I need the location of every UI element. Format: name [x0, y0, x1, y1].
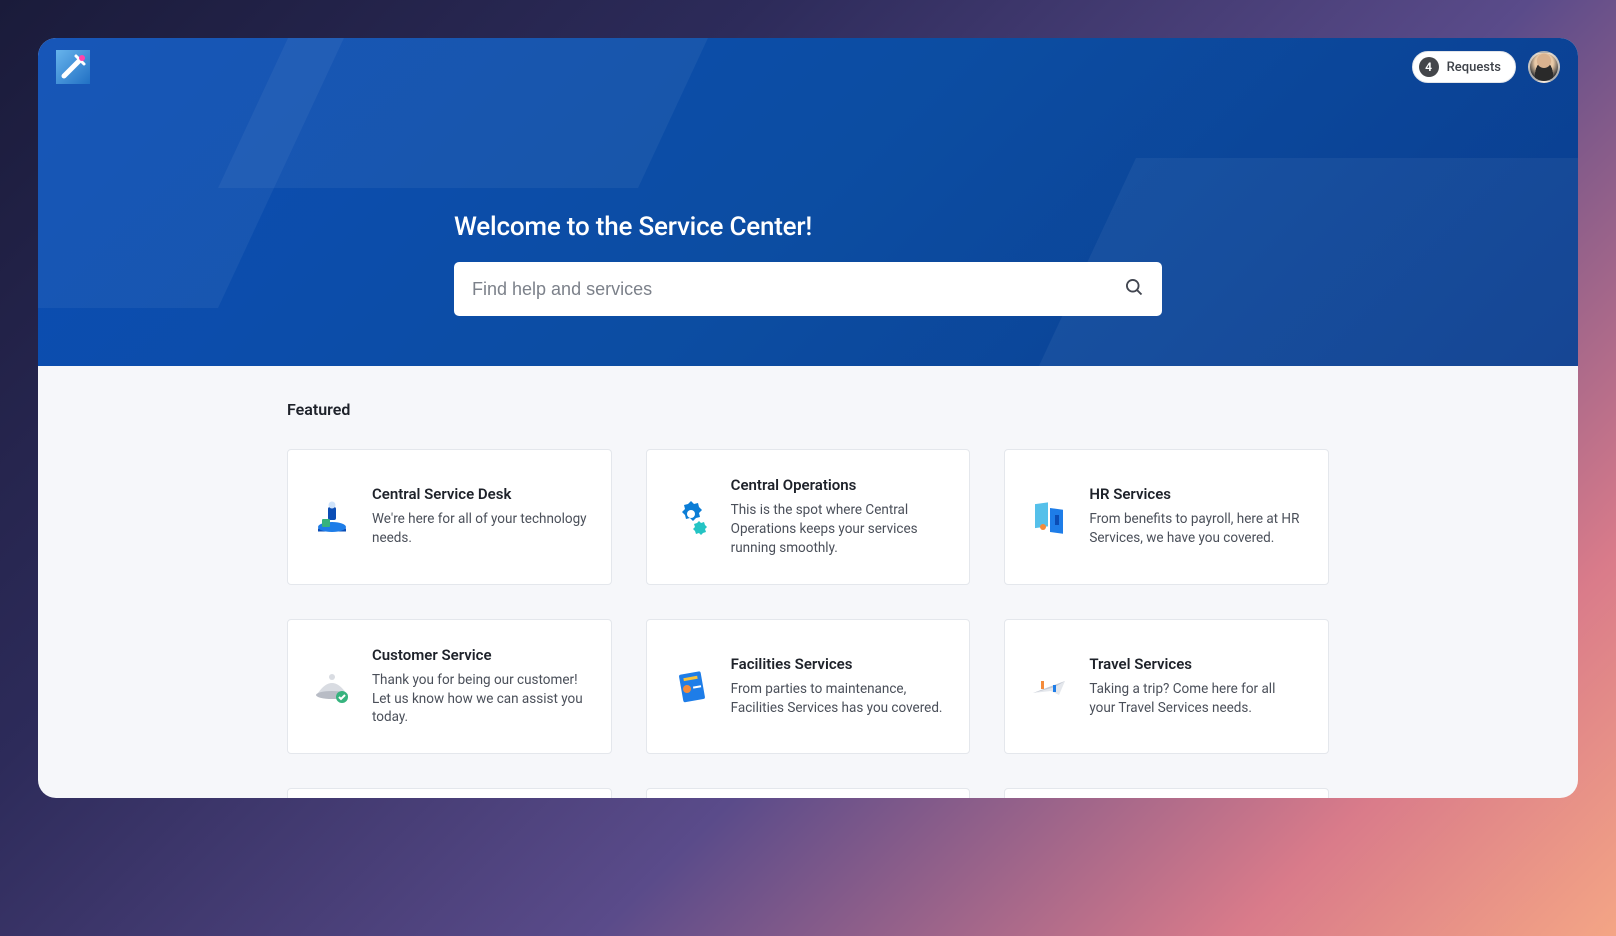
- facilities-icon: [671, 667, 711, 707]
- content-area: Featured Central Service Desk We're here…: [287, 366, 1329, 798]
- card-title: Travel Services: [1089, 655, 1304, 673]
- featured-heading: Featured: [287, 400, 1329, 419]
- card-travel-services[interactable]: Travel Services Taking a trip? Come here…: [1004, 619, 1329, 755]
- card-facilities-services[interactable]: Facilities Services From parties to main…: [646, 619, 971, 755]
- card-title: Facilities Services: [731, 655, 946, 673]
- app-logo-icon[interactable]: [56, 50, 90, 84]
- search-input[interactable]: [472, 279, 1124, 300]
- card-placeholder[interactable]: [646, 788, 971, 798]
- card-title: Central Service Desk: [372, 485, 587, 503]
- card-title: Customer Service: [372, 646, 587, 664]
- hero-content: Welcome to the Service Center!: [454, 96, 1162, 316]
- requests-label: Requests: [1447, 60, 1501, 75]
- travel-icon: [1029, 667, 1069, 707]
- operations-icon: [671, 497, 711, 537]
- page-title: Welcome to the Service Center!: [454, 212, 1162, 242]
- requests-count-badge: 4: [1419, 57, 1439, 77]
- service-desk-icon: [312, 497, 352, 537]
- card-description: From benefits to payroll, here at HR Ser…: [1089, 510, 1304, 548]
- requests-button[interactable]: 4 Requests: [1412, 51, 1516, 83]
- card-description: We're here for all of your technology ne…: [372, 510, 587, 548]
- featured-grid: Central Service Desk We're here for all …: [287, 449, 1329, 798]
- card-title: Central Operations: [731, 476, 946, 494]
- card-description: This is the spot where Central Operation…: [731, 501, 946, 558]
- card-placeholder[interactable]: [287, 788, 612, 798]
- card-hr-services[interactable]: HR Services From benefits to payroll, he…: [1004, 449, 1329, 585]
- card-description: Thank you for being our customer! Let us…: [372, 671, 587, 728]
- hr-icon: [1029, 497, 1069, 537]
- card-placeholder[interactable]: [1004, 788, 1329, 798]
- customer-service-icon: [312, 667, 352, 707]
- card-description: Taking a trip? Come here for all your Tr…: [1089, 680, 1304, 718]
- app-window: 4 Requests Welcome to the Service Center…: [38, 38, 1578, 798]
- header-right: 4 Requests: [1412, 51, 1560, 83]
- header-bar: 4 Requests: [38, 38, 1578, 96]
- hero-banner: 4 Requests Welcome to the Service Center…: [38, 38, 1578, 366]
- search-box[interactable]: [454, 262, 1162, 316]
- card-central-service-desk[interactable]: Central Service Desk We're here for all …: [287, 449, 612, 585]
- card-title: HR Services: [1089, 485, 1304, 503]
- card-description: From parties to maintenance, Facilities …: [731, 680, 946, 718]
- card-central-operations[interactable]: Central Operations This is the spot wher…: [646, 449, 971, 585]
- card-customer-service[interactable]: Customer Service Thank you for being our…: [287, 619, 612, 755]
- search-icon[interactable]: [1124, 277, 1144, 301]
- user-avatar-icon[interactable]: [1528, 51, 1560, 83]
